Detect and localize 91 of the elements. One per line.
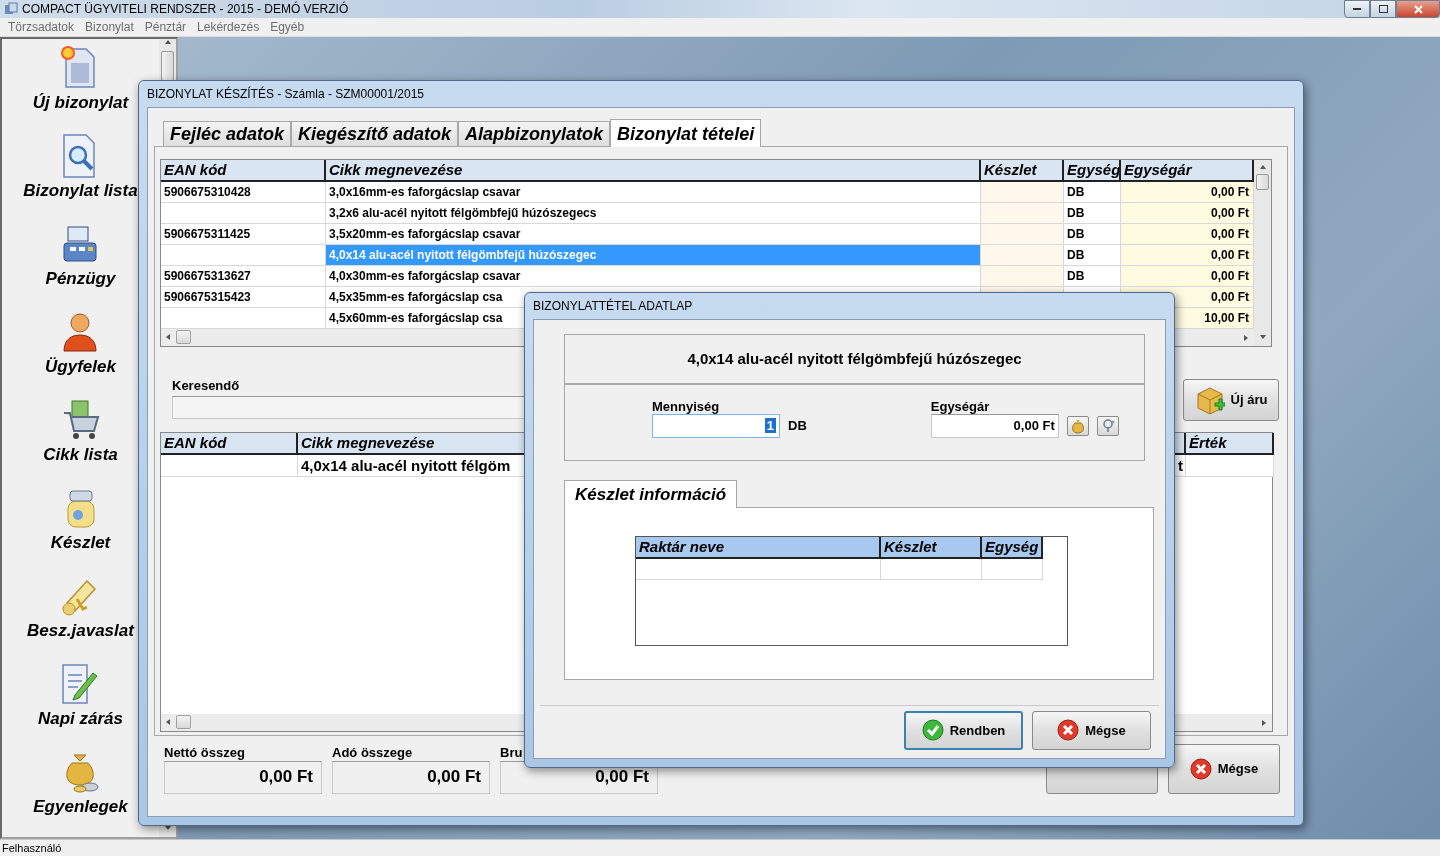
column-header[interactable]: Készlet	[981, 159, 1064, 182]
menu-item[interactable]: Törzsadatok	[4, 19, 82, 34]
table-cell	[982, 558, 1043, 580]
field-label: Egységár	[930, 398, 991, 414]
cancel-button[interactable]: Mégse	[1168, 743, 1280, 794]
window-title: BIZONYLATTÉTEL ADATLAP	[533, 298, 693, 313]
sidebar-item[interactable]: Pénzügy	[45, 268, 116, 289]
field-label: Adó összege	[332, 744, 414, 760]
table-cell: 0,00 Ft	[1121, 202, 1254, 224]
quantity-field[interactable]: 1	[652, 413, 780, 438]
table-cell: DB	[1064, 244, 1121, 266]
arrow-up-icon[interactable]	[164, 38, 171, 47]
total-field: 0,00 Ft	[164, 760, 322, 794]
scroll-thumb[interactable]	[1256, 173, 1269, 190]
scrollbar[interactable]	[1254, 159, 1271, 346]
new-item-button[interactable]: Új áru	[1183, 378, 1279, 421]
table-cell: DB	[1064, 181, 1121, 203]
unit-label: DB	[788, 418, 807, 434]
tab[interactable]: Bizonylat tételei	[610, 118, 762, 147]
table-cell: DB	[1064, 223, 1121, 245]
column-header[interactable]: Érték	[1186, 432, 1274, 455]
scroll-thumb[interactable]	[161, 50, 174, 81]
table-cell: 0,00 Ft	[1121, 223, 1254, 245]
table-cell: 0,00 Ft	[1121, 265, 1254, 287]
menu-item[interactable]: Egyéb	[266, 19, 312, 34]
tab[interactable]: Alapbizonylatok	[458, 120, 611, 146]
column-header[interactable]: Cikk megnevezése	[326, 159, 981, 182]
app-title: COMPACT ÜGYVITELI RENDSZER - 2015 - DEMÓ VERZIÓ	[22, 2, 349, 17]
menu-item[interactable]: Lekérdezés	[193, 19, 267, 34]
column-header[interactable]: Készlet	[881, 536, 982, 559]
table-cell: 5906675311425	[161, 223, 326, 245]
arrow-right-icon[interactable]	[1243, 334, 1250, 343]
close-icon	[1189, 757, 1212, 780]
scroll-thumb[interactable]	[176, 715, 191, 730]
close-icon	[1413, 4, 1423, 14]
column-header[interactable]: Raktár neve	[636, 536, 881, 559]
sidebar-item[interactable]: Cikk lista	[43, 444, 118, 465]
maximize-icon	[1378, 5, 1388, 14]
table-cell[interactable]: 3,5x20mm-es faforgácslap csavar	[326, 223, 981, 245]
unit-price-field[interactable]: 0,00 Ft	[930, 413, 1059, 438]
sidebar-item[interactable]: Besz.javaslat	[27, 620, 134, 641]
table-cell[interactable]: 3,0x16mm-es faforgácslap csavar	[326, 181, 981, 203]
total-field: 0,00 Ft	[332, 760, 490, 794]
tab[interactable]: Készlet információ	[564, 479, 738, 508]
minimize-button[interactable]	[1344, 0, 1370, 19]
sidebar-item[interactable]: Egyenlegek	[33, 796, 128, 817]
sidebar-item[interactable]: Új bizonylat	[32, 92, 129, 113]
field-label: Bru	[500, 744, 524, 760]
money-bag-icon[interactable]	[1066, 415, 1089, 436]
maximize-button[interactable]	[1370, 0, 1396, 19]
arrow-up-icon[interactable]	[1259, 163, 1266, 172]
status-text: Felhasználó	[2, 841, 62, 854]
table-cell: DB	[1064, 265, 1121, 287]
menu-item[interactable]: Bizonylat	[81, 19, 141, 34]
column-header[interactable]: EAN kód	[161, 432, 298, 455]
tab[interactable]: Kiegészítő adatok	[291, 120, 459, 146]
sidebar-item[interactable]: Bizonylat lista	[23, 180, 138, 201]
scroll-thumb[interactable]	[176, 330, 191, 345]
field-label: Nettó összeg	[164, 744, 246, 760]
dialog-button[interactable]: Mégse	[1032, 710, 1151, 750]
column-header[interactable]: EAN kód	[161, 159, 326, 182]
app-icon	[4, 2, 18, 17]
sidebar-item[interactable]: Készlet	[50, 532, 111, 553]
close-button[interactable]	[1396, 0, 1440, 19]
table-cell: 5906675313627	[161, 265, 326, 287]
checkmark-icon	[921, 719, 944, 742]
arrow-left-icon[interactable]	[165, 718, 172, 727]
table-cell[interactable]: 4,0x30mm-es faforgácslap csavar	[326, 265, 981, 287]
table-cell: 0,00 Ft	[1121, 181, 1254, 203]
sidebar-item[interactable]: Ügyfelek	[45, 356, 116, 377]
tab[interactable]: Fejléc adatok	[163, 120, 292, 146]
stethoscope-icon[interactable]	[1096, 415, 1119, 436]
table-cell[interactable]: 3,2x6 alu-acél nyitott félgömbfejű húzószegecs	[326, 202, 981, 224]
column-header[interactable]: Egység	[982, 536, 1043, 559]
field-label: Mennyiség	[652, 398, 721, 414]
table-cell: 5906675315423	[161, 286, 326, 308]
arrow-right-icon[interactable]	[1261, 719, 1268, 728]
minimize-icon	[1353, 7, 1361, 11]
table-cell: 0,00 Ft	[1121, 244, 1254, 266]
sidebar-item[interactable]: Napi zárás	[37, 708, 123, 729]
table-cell: 5906675310428	[161, 181, 326, 203]
dialog-button[interactable]: Rendben	[904, 710, 1023, 750]
column-header[interactable]: Egységár	[1121, 159, 1254, 182]
close-icon	[1057, 719, 1080, 742]
item-name: 4,0x14 alu-acél nyitott félgömbfejű húzószegec	[687, 350, 1022, 368]
menu-item[interactable]: Pénztár	[140, 19, 194, 34]
scrollbar[interactable]	[159, 38, 176, 81]
field-label: Keresendő	[172, 377, 241, 393]
window-title: BIZONYLAT KÉSZÍTÉS - Számla - SZM00001/2015	[147, 86, 424, 101]
arrow-left-icon[interactable]	[165, 333, 172, 342]
table-cell: DB	[1064, 202, 1121, 224]
